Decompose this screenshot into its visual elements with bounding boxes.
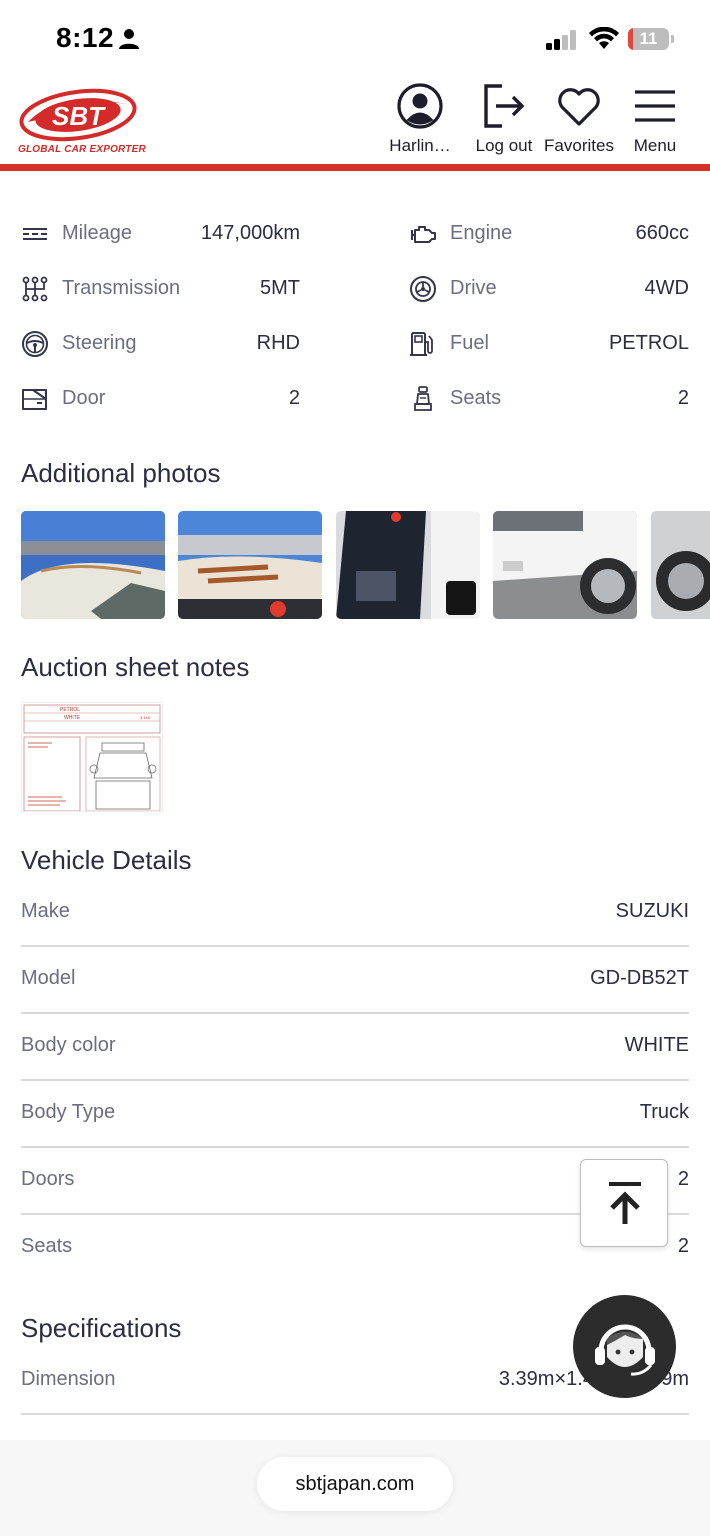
gearbox-icon xyxy=(22,276,48,302)
detail-value: SUZUKI xyxy=(615,900,689,922)
steering-wheel-icon xyxy=(22,331,48,357)
nav-menu[interactable]: Menu xyxy=(626,82,684,162)
detail-label: Body color xyxy=(21,1034,116,1056)
spec-value: 2 xyxy=(677,387,689,409)
spec-steering: Steering RHD xyxy=(21,328,300,358)
seat-icon xyxy=(414,386,432,411)
spec-value: 660cc xyxy=(635,222,689,244)
specifications-title: Specifications xyxy=(21,1313,182,1343)
spec-door: Door 2 xyxy=(21,383,300,413)
engine-icon xyxy=(411,226,436,243)
spec-fuel: Fuel PETROL xyxy=(409,328,689,358)
detail-value: WHITE xyxy=(624,1034,689,1056)
auction-sheet-fuel: PETROL xyxy=(60,707,80,713)
status-bar: 8:12 11 xyxy=(0,0,710,78)
detail-value: Truck xyxy=(639,1101,689,1123)
nav-favorites-label: Favorites xyxy=(544,136,614,155)
detail-row-make: Make SUZUKI xyxy=(21,880,689,947)
additional-photos-title: Additional photos xyxy=(21,458,221,488)
spec-label: Engine xyxy=(450,222,513,244)
nav-menu-label: Menu xyxy=(633,136,677,155)
logout-icon xyxy=(484,84,525,128)
spec-label: Door xyxy=(62,387,106,409)
photo-thumbnail[interactable] xyxy=(651,511,710,619)
spec-engine: Engine 660cc xyxy=(409,218,689,248)
vehicle-details-title: Vehicle Details xyxy=(21,845,192,875)
customer-support-icon xyxy=(595,1324,655,1376)
spec-drive: Drive 4WD xyxy=(409,273,689,303)
photo-thumbnail[interactable] xyxy=(336,511,480,619)
sbt-logo[interactable]: SBT GLOBAL CAR EXPORTER xyxy=(0,78,150,164)
detail-row-body-type: Body Type Truck xyxy=(21,1081,689,1148)
nav-logout-label: Log out xyxy=(475,136,533,155)
detail-label: Body Type xyxy=(21,1101,116,1123)
heart-icon xyxy=(558,88,600,126)
car-door-icon xyxy=(22,389,47,410)
photo-thumbnail[interactable] xyxy=(21,511,165,619)
detail-value: 2 xyxy=(677,1168,689,1190)
fuel-pump-icon xyxy=(410,332,433,356)
spec-value: 2 xyxy=(288,387,300,409)
auction-sheet-color: WHITE xyxy=(64,715,81,721)
spec-value: 4WD xyxy=(644,277,689,299)
spec-label: Drive xyxy=(450,277,497,299)
auction-sheet-title: Auction sheet notes xyxy=(21,652,250,682)
logo-text: SBT xyxy=(52,101,106,131)
status-time: 8:12 xyxy=(56,22,115,53)
battery-percent: 11 xyxy=(639,29,658,48)
spec-value: RHD xyxy=(256,332,300,354)
auction-sheet-thumbnail[interactable]: PETROL WHITE 3,140 xyxy=(21,702,163,812)
address-bar-url: sbtjapan.com xyxy=(295,1473,415,1495)
scroll-to-top-button[interactable] xyxy=(580,1159,668,1247)
person-icon xyxy=(119,29,139,49)
logo-subtitle: GLOBAL CAR EXPORTER xyxy=(18,144,146,155)
photo-thumbnail[interactable] xyxy=(178,511,322,619)
customer-support-button[interactable] xyxy=(573,1295,676,1398)
detail-label: Seats xyxy=(21,1235,73,1257)
menu-icon xyxy=(635,90,675,122)
user-icon xyxy=(397,83,443,129)
wheel-icon xyxy=(410,276,436,302)
detail-row-body-color: Body color WHITE xyxy=(21,1014,689,1081)
photo-strip[interactable] xyxy=(21,511,710,619)
spec-mileage: Mileage 147,000km xyxy=(21,218,300,248)
spec-label: Transmission xyxy=(62,277,181,299)
spec-seats: Seats 2 xyxy=(409,383,689,413)
spec-label: Seats xyxy=(450,387,502,409)
detail-label: Model xyxy=(21,967,76,989)
spec-label: Fuel xyxy=(450,332,489,354)
spec-value: 5MT xyxy=(260,277,300,299)
detail-row-model: Model GD-DB52T xyxy=(21,947,689,1014)
detail-label: Dimension xyxy=(21,1368,116,1390)
cellular-signal-icon xyxy=(546,30,576,50)
spec-value: 147,000km xyxy=(201,222,300,244)
site-header: SBT GLOBAL CAR EXPORTER Harlin… Log out … xyxy=(0,78,710,166)
address-bar[interactable]: sbtjapan.com xyxy=(257,1457,453,1511)
spec-label: Mileage xyxy=(62,222,133,244)
detail-label: Make xyxy=(21,900,70,922)
nav-favorites[interactable]: Favorites xyxy=(542,82,616,162)
nav-account[interactable]: Harlin… xyxy=(388,82,452,162)
arrow-up-to-top-icon xyxy=(609,1182,641,1224)
detail-label: Doors xyxy=(21,1168,75,1190)
detail-value: GD-DB52T xyxy=(590,967,689,989)
spec-value: PETROL xyxy=(608,332,689,354)
photo-thumbnail[interactable] xyxy=(493,511,637,619)
nav-account-label: Harlin… xyxy=(389,136,451,155)
nav-logout[interactable]: Log out xyxy=(472,82,536,162)
detail-value: 2 xyxy=(677,1235,689,1257)
battery-indicator: 11 xyxy=(628,28,674,50)
wifi-icon xyxy=(589,27,619,49)
auction-sheet-mileage: 3,140 xyxy=(140,715,151,720)
mileage-icon xyxy=(23,228,47,240)
spec-transmission: Transmission 5MT xyxy=(21,273,300,303)
spec-label: Steering xyxy=(62,332,137,354)
header-divider xyxy=(0,164,710,171)
